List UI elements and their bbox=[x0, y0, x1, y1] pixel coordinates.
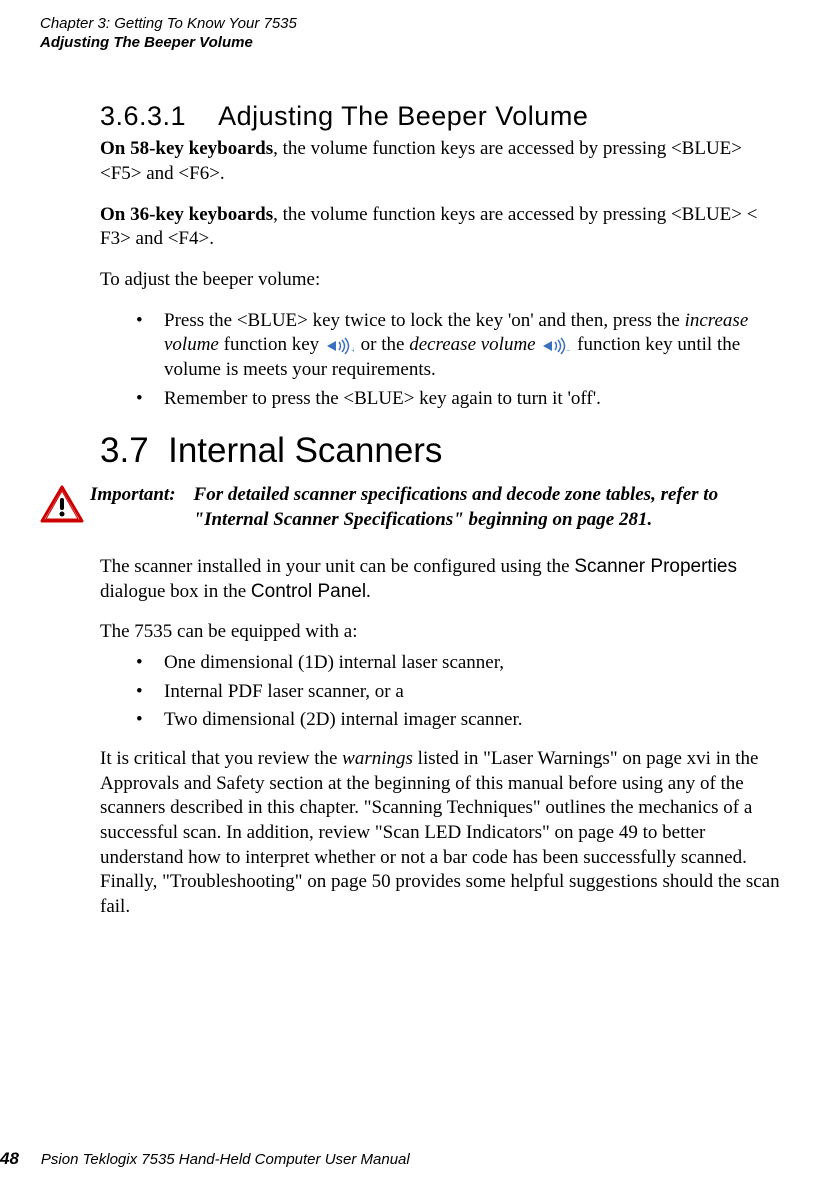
sc-c: dialogue box in the bbox=[100, 581, 251, 602]
section-title: Internal Scanners bbox=[168, 431, 442, 470]
b1-text-c: or the bbox=[356, 334, 409, 355]
warning-icon bbox=[40, 485, 84, 525]
page-content: 3.6.3.1 Adjusting The Beeper Volume On 5… bbox=[40, 51, 791, 920]
warn-b: warnings bbox=[342, 748, 413, 769]
important-body: For detailed scanner specifications and … bbox=[194, 483, 781, 532]
footer-title: Psion Teklogix 7535 Hand-Held Computer U… bbox=[41, 1151, 410, 1168]
bullet-list-equip: One dimensional (1D) internal laser scan… bbox=[100, 651, 781, 733]
paragraph-36key: On 36-key keyboards, the volume function… bbox=[100, 203, 781, 252]
page-footer: 48 Psion Teklogix 7535 Hand-Held Compute… bbox=[0, 1149, 410, 1169]
warn-c: listed in "Laser Warnings" on page xvi i… bbox=[100, 748, 780, 917]
b1-decrease-volume: decrease volume bbox=[409, 334, 535, 355]
paragraph-equipped: The 7535 can be equipped with a: bbox=[100, 620, 781, 645]
list-item: Remember to press the <BLUE> key again t… bbox=[136, 387, 781, 412]
paragraph-adjust: To adjust the beeper volume: bbox=[100, 268, 781, 293]
bold-36key: On 36-key keyboards bbox=[100, 204, 273, 225]
list-item: Internal PDF laser scanner, or a bbox=[136, 680, 781, 705]
bold-58key: On 58-key keyboards bbox=[100, 138, 273, 159]
volume-down-icon: − bbox=[542, 337, 570, 355]
warn-a: It is critical that you review the bbox=[100, 748, 342, 769]
list-item: Press the <BLUE> key twice to lock the k… bbox=[136, 309, 781, 383]
section-heading: 3.7 Internal Scanners bbox=[100, 431, 781, 471]
subsection-number: 3.6.3.1 bbox=[100, 101, 186, 131]
important-text: Important: For detailed scanner specific… bbox=[90, 483, 781, 532]
page-number: 48 bbox=[0, 1149, 41, 1169]
list-item: Two dimensional (2D) internal imager sca… bbox=[136, 708, 781, 733]
paragraph-58key: On 58-key keyboards, the volume function… bbox=[100, 137, 781, 186]
b1-text-a: Press the <BLUE> key twice to lock the k… bbox=[164, 310, 685, 331]
scanner-properties-label: Scanner Properties bbox=[574, 556, 737, 577]
svg-text:−: − bbox=[566, 346, 570, 355]
subsection-title: Adjusting The Beeper Volume bbox=[218, 101, 588, 131]
control-panel-label: Control Panel bbox=[251, 581, 366, 602]
header-chapter: Chapter 3: Getting To Know Your 7535 bbox=[40, 14, 791, 34]
important-label: Important: bbox=[90, 483, 194, 532]
section-number: 3.7 bbox=[100, 431, 149, 470]
svg-text:+: + bbox=[351, 346, 354, 355]
paragraph-scanner-config: The scanner installed in your unit can b… bbox=[100, 555, 781, 604]
subsection-heading: 3.6.3.1 Adjusting The Beeper Volume bbox=[100, 101, 781, 132]
volume-up-icon: + bbox=[326, 337, 354, 355]
b1-text-b: function key bbox=[219, 334, 324, 355]
bullet-list-volume: Press the <BLUE> key twice to lock the k… bbox=[100, 309, 781, 412]
important-block: Important: For detailed scanner specific… bbox=[40, 483, 781, 532]
header-section-name: Adjusting The Beeper Volume bbox=[40, 34, 791, 51]
paragraph-warnings: It is critical that you review the warni… bbox=[100, 747, 781, 920]
list-item: One dimensional (1D) internal laser scan… bbox=[136, 651, 781, 676]
sc-a: The scanner installed in your unit can b… bbox=[100, 556, 574, 577]
sc-e: . bbox=[366, 581, 371, 602]
